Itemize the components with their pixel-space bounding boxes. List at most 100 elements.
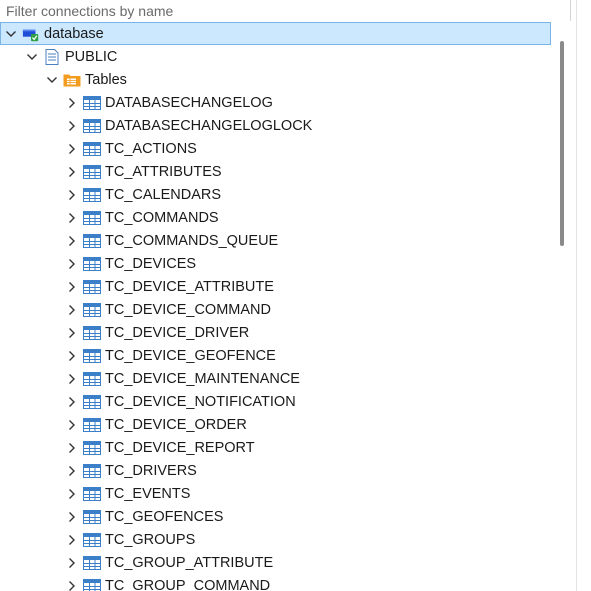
navigator-tree[interactable]: database PUBLIC Tables DATABASECHANGELOG… xyxy=(0,21,552,591)
chevron-right-icon[interactable] xyxy=(66,120,78,132)
tree-node-table[interactable]: TC_COMMANDS xyxy=(0,206,552,229)
tree-node-table[interactable]: TC_DEVICE_NOTIFICATION xyxy=(0,390,552,413)
chevron-right-icon[interactable] xyxy=(66,258,78,270)
table-icon xyxy=(83,394,101,410)
table-icon xyxy=(83,348,101,364)
table-icon xyxy=(83,141,101,157)
tree-node-table[interactable]: TC_DEVICE_ORDER xyxy=(0,413,552,436)
scrollbar-thumb[interactable] xyxy=(560,41,564,246)
chevron-right-icon[interactable] xyxy=(66,465,78,477)
table-icon xyxy=(83,440,101,456)
chevron-right-icon[interactable] xyxy=(66,488,78,500)
table-label: TC_DEVICE_REPORT xyxy=(105,439,255,456)
table-label: TC_ATTRIBUTES xyxy=(105,163,222,180)
chevron-right-icon[interactable] xyxy=(66,281,78,293)
chevron-down-icon[interactable] xyxy=(26,51,38,63)
chevron-right-icon[interactable] xyxy=(66,235,78,247)
chevron-down-icon[interactable] xyxy=(46,74,58,86)
tree-node-table[interactable]: TC_GROUP_COMMAND xyxy=(0,574,552,591)
table-icon xyxy=(83,325,101,341)
connection-label: database xyxy=(44,25,104,42)
table-icon xyxy=(83,486,101,502)
tree-node-table[interactable]: TC_DEVICE_REPORT xyxy=(0,436,552,459)
tree-node-table[interactable]: TC_CALENDARS xyxy=(0,183,552,206)
table-label: TC_DEVICES xyxy=(105,255,197,272)
chevron-right-icon[interactable] xyxy=(66,350,78,362)
tables-folder-label: Tables xyxy=(85,71,127,88)
chevron-right-icon[interactable] xyxy=(66,580,78,591)
chevron-right-icon[interactable] xyxy=(66,442,78,454)
tree-node-table[interactable]: DATABASECHANGELOGLOCK xyxy=(0,114,552,137)
table-label: TC_GROUPS xyxy=(105,531,196,548)
table-icon xyxy=(83,187,101,203)
chevron-right-icon[interactable] xyxy=(66,143,78,155)
database-connected-icon xyxy=(22,26,40,42)
table-icon xyxy=(83,463,101,479)
tree-node-table[interactable]: TC_DEVICES xyxy=(0,252,552,275)
filter-divider xyxy=(570,0,571,21)
table-icon xyxy=(83,279,101,295)
table-icon xyxy=(83,118,101,134)
chevron-right-icon[interactable] xyxy=(66,396,78,408)
tree-node-table[interactable]: TC_DEVICE_DRIVER xyxy=(0,321,552,344)
chevron-right-icon[interactable] xyxy=(66,166,78,178)
tree-node-table[interactable]: TC_COMMANDS_QUEUE xyxy=(0,229,552,252)
table-label: TC_ACTIONS xyxy=(105,140,197,157)
chevron-right-icon[interactable] xyxy=(66,327,78,339)
chevron-right-icon[interactable] xyxy=(66,419,78,431)
tree-node-connection[interactable]: database xyxy=(0,22,551,45)
table-icon xyxy=(83,210,101,226)
table-label: TC_DEVICE_DRIVER xyxy=(105,324,250,341)
table-icon xyxy=(83,555,101,571)
table-icon xyxy=(83,417,101,433)
tables-folder-icon xyxy=(63,72,81,88)
chevron-right-icon[interactable] xyxy=(66,189,78,201)
chevron-down-icon[interactable] xyxy=(5,28,17,40)
table-label: DATABASECHANGELOG xyxy=(105,94,273,111)
table-icon xyxy=(83,233,101,249)
table-label: TC_GROUP_COMMAND xyxy=(105,577,271,591)
table-label: TC_DEVICE_MAINTENANCE xyxy=(105,370,300,387)
tree-node-table[interactable]: TC_GROUP_ATTRIBUTE xyxy=(0,551,552,574)
table-icon xyxy=(83,302,101,318)
filter-connections-input[interactable] xyxy=(0,0,570,21)
chevron-right-icon[interactable] xyxy=(66,511,78,523)
tree-node-schema[interactable]: PUBLIC xyxy=(0,45,552,68)
table-label: TC_CALENDARS xyxy=(105,186,222,203)
table-label: TC_DEVICE_ATTRIBUTE xyxy=(105,278,274,295)
table-icon xyxy=(83,371,101,387)
chevron-right-icon[interactable] xyxy=(66,212,78,224)
tree-node-table[interactable]: TC_DEVICE_ATTRIBUTE xyxy=(0,275,552,298)
chevron-right-icon[interactable] xyxy=(66,373,78,385)
table-label: TC_GROUP_ATTRIBUTE xyxy=(105,554,274,571)
schema-icon xyxy=(43,48,61,65)
table-label: TC_DEVICE_ORDER xyxy=(105,416,247,433)
chevron-right-icon[interactable] xyxy=(66,534,78,546)
tree-node-tables-folder[interactable]: Tables xyxy=(0,68,552,91)
tree-node-table[interactable]: TC_EVENTS xyxy=(0,482,552,505)
schema-label: PUBLIC xyxy=(65,48,118,65)
table-label: TC_GEOFENCES xyxy=(105,508,224,525)
table-label: TC_COMMANDS xyxy=(105,209,219,226)
tree-node-table[interactable]: TC_ACTIONS xyxy=(0,137,552,160)
chevron-right-icon[interactable] xyxy=(66,304,78,316)
tree-node-table[interactable]: TC_ATTRIBUTES xyxy=(0,160,552,183)
table-icon xyxy=(83,95,101,111)
table-label: TC_DRIVERS xyxy=(105,462,197,479)
tree-node-table[interactable]: TC_DEVICE_MAINTENANCE xyxy=(0,367,552,390)
tree-node-table[interactable]: TC_DEVICE_COMMAND xyxy=(0,298,552,321)
tree-node-table[interactable]: TC_GROUPS xyxy=(0,528,552,551)
chevron-right-icon[interactable] xyxy=(66,557,78,569)
tree-node-table[interactable]: DATABASECHANGELOG xyxy=(0,91,552,114)
table-icon xyxy=(83,164,101,180)
chevron-right-icon[interactable] xyxy=(66,97,78,109)
tree-node-table[interactable]: TC_DEVICE_GEOFENCE xyxy=(0,344,552,367)
table-label: TC_DEVICE_COMMAND xyxy=(105,301,271,318)
table-icon xyxy=(83,509,101,525)
tree-node-table[interactable]: TC_GEOFENCES xyxy=(0,505,552,528)
table-label: TC_DEVICE_NOTIFICATION xyxy=(105,393,296,410)
tree-node-table[interactable]: TC_DRIVERS xyxy=(0,459,552,482)
table-icon xyxy=(83,532,101,548)
table-icon xyxy=(83,256,101,272)
table-label: TC_DEVICE_GEOFENCE xyxy=(105,347,276,364)
